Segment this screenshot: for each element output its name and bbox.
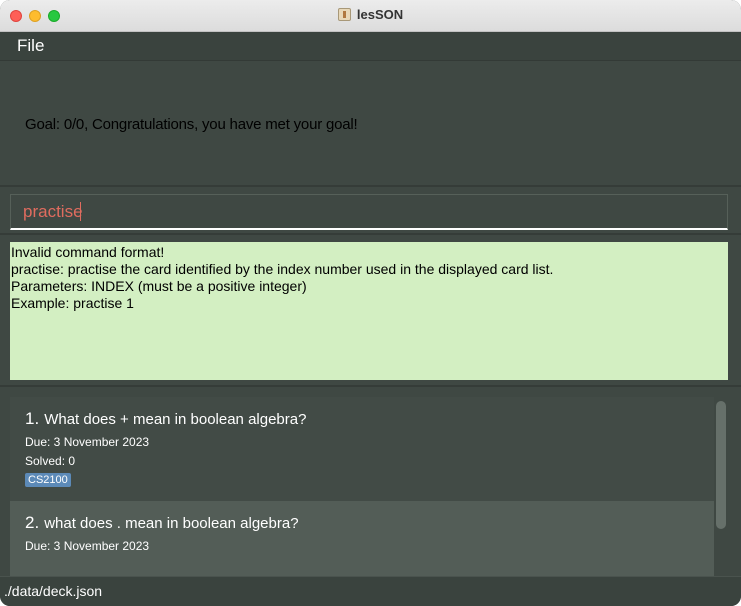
app-icon	[337, 8, 351, 21]
title-bar: lesSON	[0, 0, 741, 32]
card-index: 1.	[25, 409, 40, 428]
card-item[interactable]: 2. what does . mean in boolean algebra? D…	[10, 501, 714, 576]
result-panel: Invalid command format! practise: practi…	[0, 237, 741, 387]
window-title-group: lesSON	[0, 7, 741, 22]
card-question: What does + mean in boolean algebra?	[44, 411, 307, 428]
goal-text: Goal: 0/0, Congratulations, you have met…	[25, 116, 358, 133]
card-due-date: Due: 3 November 2023	[25, 539, 150, 553]
menu-file[interactable]: File	[17, 36, 44, 56]
command-input[interactable]	[10, 194, 728, 230]
card-tag: CS2100	[25, 473, 71, 487]
app-window: lesSON File Goal: 0/0, Congratulations, …	[0, 0, 741, 606]
result-line: Invalid command format!	[11, 244, 165, 260]
card-title: 2. what does . mean in boolean algebra?	[25, 513, 299, 533]
status-bar: ./data/deck.json	[0, 576, 741, 606]
card-solved-count: Solved: 0	[25, 454, 76, 468]
result-line: Parameters: INDEX (must be a positive in…	[11, 278, 307, 294]
card-list[interactable]: 1. What does + mean in boolean algebra? D…	[0, 389, 741, 576]
text-caret	[80, 202, 81, 221]
card-item[interactable]: 1. What does + mean in boolean algebra? D…	[10, 397, 714, 501]
result-line: practise: practise the card identified b…	[11, 261, 554, 277]
storage-path: ./data/deck.json	[4, 583, 103, 599]
window-title: lesSON	[356, 7, 404, 22]
card-due-date: Due: 3 November 2023	[25, 435, 150, 449]
result-display: Invalid command format! practise: practi…	[10, 242, 728, 380]
menu-bar: File	[0, 32, 741, 61]
card-title: 1. What does + mean in boolean algebra?	[25, 409, 306, 429]
list-scrollbar-thumb[interactable]	[716, 401, 726, 529]
card-index: 2.	[25, 513, 40, 532]
command-panel	[0, 189, 741, 235]
result-line: Example: practise 1	[11, 295, 134, 311]
card-question: what does . mean in boolean algebra?	[44, 515, 299, 532]
goal-panel: Goal: 0/0, Congratulations, you have met…	[0, 62, 741, 187]
